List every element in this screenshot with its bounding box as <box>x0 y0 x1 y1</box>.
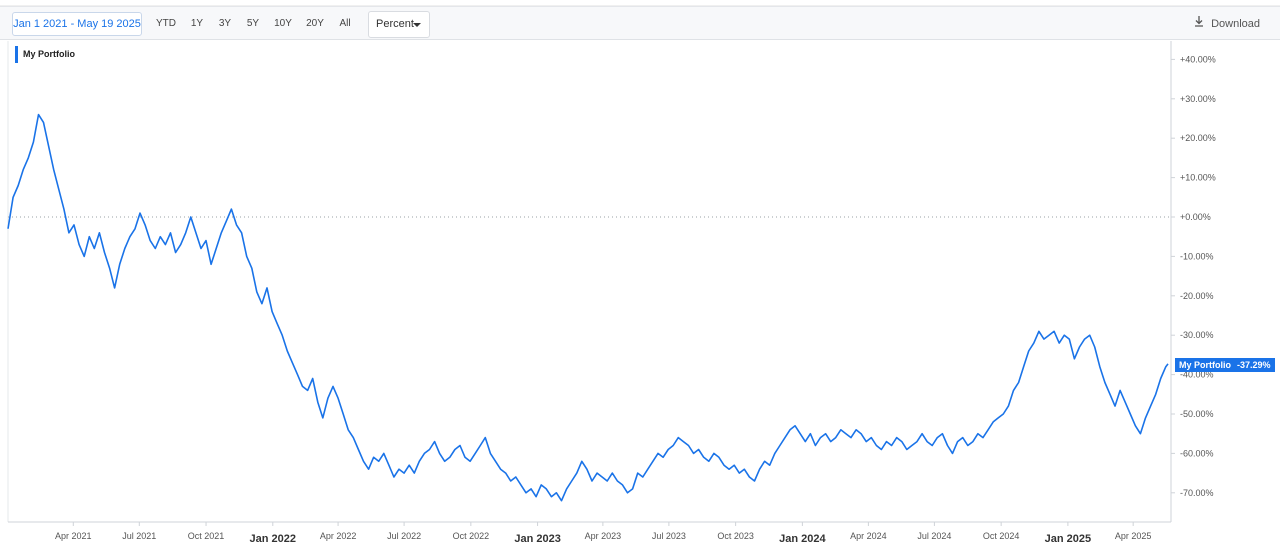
price-chart[interactable]: +40.00% +30.00% +20.00% +10.00% +0.00% -10.00… <box>0 41 1280 552</box>
x-tick-label: Jul 2024 <box>917 531 951 541</box>
x-tick-label: Jan 2024 <box>779 533 826 545</box>
date-range-picker[interactable]: Jan 1 2021 - May 19 2025 <box>12 12 142 36</box>
y-tick-label: +10.00% <box>1180 173 1216 183</box>
legend-swatch <box>15 46 18 63</box>
caret-down-icon <box>413 23 421 27</box>
last-value-label: My Portfolio -37.29% <box>1175 358 1275 372</box>
y-tick-label: +30.00% <box>1180 94 1216 104</box>
x-tick-label: Apr 2024 <box>850 531 887 541</box>
download-label: Download <box>1211 18 1260 30</box>
download-icon <box>1194 12 1204 36</box>
x-tick-label: Oct 2024 <box>983 531 1020 541</box>
last-value-number: -37.29% <box>1237 360 1271 370</box>
y-tick-label: -10.00% <box>1180 251 1214 261</box>
download-button[interactable]: Download <box>1194 12 1260 36</box>
period-button-3y[interactable]: 3Y <box>215 12 235 36</box>
y-tick-label: -20.00% <box>1180 291 1214 301</box>
period-button-10y[interactable]: 10Y <box>272 12 294 36</box>
x-tick-label: Oct 2021 <box>188 531 225 541</box>
chart-toolbar: Jan 1 2021 - May 19 2025 YTD 1Y 3Y 5Y 10… <box>0 6 1280 40</box>
x-tick-label: Apr 2025 <box>1115 531 1152 541</box>
legend-item-my-portfolio[interactable]: My Portfolio <box>15 46 81 63</box>
legend-label: My Portfolio <box>23 49 75 59</box>
x-tick-label: Apr 2021 <box>55 531 92 541</box>
x-tick-label: Oct 2022 <box>453 531 490 541</box>
unit-select-value: Percent <box>376 18 414 30</box>
unit-select[interactable]: Percent <box>368 11 430 38</box>
y-tick-label: -60.00% <box>1180 448 1214 458</box>
x-tick-label: Jul 2021 <box>122 531 156 541</box>
y-tick-label: +0.00% <box>1180 212 1211 222</box>
x-tick-label: Jan 2022 <box>250 533 296 545</box>
x-axis: Apr 2021 Jul 2021 Oct 2021 Jan 2022 Apr 2022… <box>55 522 1151 545</box>
x-tick-label: Jul 2023 <box>652 531 686 541</box>
y-tick-label: -30.00% <box>1180 330 1214 340</box>
period-button-ytd[interactable]: YTD <box>154 12 178 36</box>
x-tick-label: Apr 2023 <box>585 531 622 541</box>
x-tick-label: Apr 2022 <box>320 531 357 541</box>
period-button-5y[interactable]: 5Y <box>243 12 263 36</box>
y-tick-label: +20.00% <box>1180 133 1216 143</box>
x-tick-label: Jan 2023 <box>514 533 560 545</box>
series-line-my-portfolio <box>7 113 1169 502</box>
y-tick-label: +40.00% <box>1180 54 1216 64</box>
x-tick-label: Jan 2025 <box>1045 533 1091 545</box>
y-tick-label: -70.00% <box>1180 488 1214 498</box>
y-tick-label: -50.00% <box>1180 409 1214 419</box>
x-tick-label: Oct 2023 <box>717 531 754 541</box>
period-button-1y[interactable]: 1Y <box>187 12 207 36</box>
period-button-20y[interactable]: 20Y <box>304 12 326 36</box>
period-button-all[interactable]: All <box>336 12 354 36</box>
x-tick-label: Jul 2022 <box>387 531 421 541</box>
y-axis: +40.00% +30.00% +20.00% +10.00% +0.00% -10.00… <box>1171 54 1216 498</box>
last-value-series: My Portfolio <box>1179 360 1231 370</box>
